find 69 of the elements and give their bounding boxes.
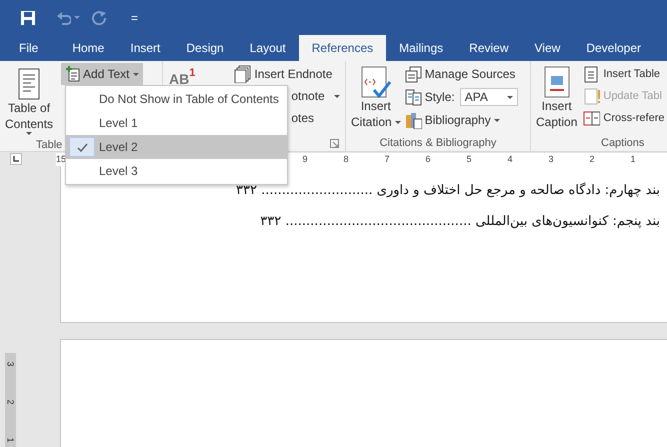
check-icon [76,142,88,152]
ribbon-tab[interactable]: Developer [573,35,654,61]
caret-icon [394,120,401,124]
ribbon-tab[interactable]: Home [59,35,118,61]
ruler-number: 2 [588,154,596,164]
group-label: Citations & Bibliography [380,137,496,149]
ruler-number: 4 [506,154,514,164]
add-text-icon [65,66,80,82]
insert-endnote-button[interactable]: Insert Endnote [232,63,342,85]
table-of-contents-button[interactable]: Table of Contents [3,65,56,138]
dialog-launcher-icon[interactable] [330,138,339,148]
add-text-button[interactable]: Add Text [61,63,143,85]
caret-icon [334,94,340,98]
page-icon [583,88,600,104]
caret-icon [132,72,139,76]
ruler-number: 1 [6,437,16,442]
undo-icon[interactable] [56,10,71,25]
books-icon [404,112,422,128]
style-label: Style: [424,90,455,104]
menu-item[interactable]: Level 2 [66,135,287,159]
ribbon-tab[interactable]: File [8,35,60,61]
caret-icon [494,118,500,122]
next-footnote-button[interactable]: otnote [289,85,342,107]
caret-icon [26,132,32,135]
save-icon[interactable] [20,10,36,26]
ruler-number: 3 [547,154,554,164]
ruler-number: 6 [424,154,432,164]
customize-toolbar-button[interactable]: = [131,10,138,24]
cross-reference-button[interactable]: Cross-refere [581,107,666,129]
table-page-icon [583,66,600,82]
ruler-number: 5 [465,154,472,164]
ruler-number: 3 [6,361,16,366]
cross-reference-icon [583,110,600,126]
endnote-icon [234,65,252,83]
menu-item[interactable]: Level 1 [66,111,287,135]
ribbon-tab[interactable]: References [298,35,386,61]
redo-icon[interactable] [92,10,107,25]
document-icon [18,68,40,100]
menu-item[interactable]: Do Not Show in Table of Contents [66,87,287,111]
tab-stop-icon[interactable] [10,153,22,165]
show-notes-button[interactable]: otes [289,107,316,129]
toc-entry: بند پنجم: کنوانسیون‌های بین‌المللی ............................................. ۳۳۲ [259,214,660,229]
ribbon-tab[interactable]: Layout [236,35,299,61]
insert-citation-button[interactable]: Insert Citation [349,63,403,135]
caret-icon [506,96,513,98]
group-label: Table [36,138,62,150]
ruler-number: 2 [6,399,16,404]
style-dropdown[interactable]: APA [460,88,518,106]
menu-item[interactable]: Level 3 [66,159,287,183]
ruler-number: 9 [301,154,308,164]
toc-entry: بند چهارم: دادگاه صالحه و مرجع حل اختلاف و داوری ........................... ۳۳۲ [235,183,660,198]
bibliography-button[interactable]: Bibliography [402,109,520,131]
style-icon [404,88,422,106]
caret-icon[interactable] [74,16,80,19]
ribbon-tab[interactable]: Review [456,35,522,61]
ribbon-tab[interactable]: Insert [117,35,174,61]
ribbon-tab[interactable]: Mailings [386,35,456,61]
manage-sources-button[interactable]: Manage Sources [402,63,520,85]
ruler-number: 8 [342,154,350,164]
ribbon-tab[interactable]: View [522,35,574,61]
insert-table-of-figures-button[interactable]: Insert Table [581,63,666,85]
ruler-number: 7 [383,154,390,164]
caption-icon [542,66,571,98]
sources-icon [404,66,422,82]
citation-icon [360,66,392,98]
group-label: Captions [601,137,644,149]
insert-caption-button[interactable]: Insert Caption [534,63,580,135]
ruler-number: 1 [629,154,636,164]
ribbon-tab[interactable]: Design [173,35,237,61]
